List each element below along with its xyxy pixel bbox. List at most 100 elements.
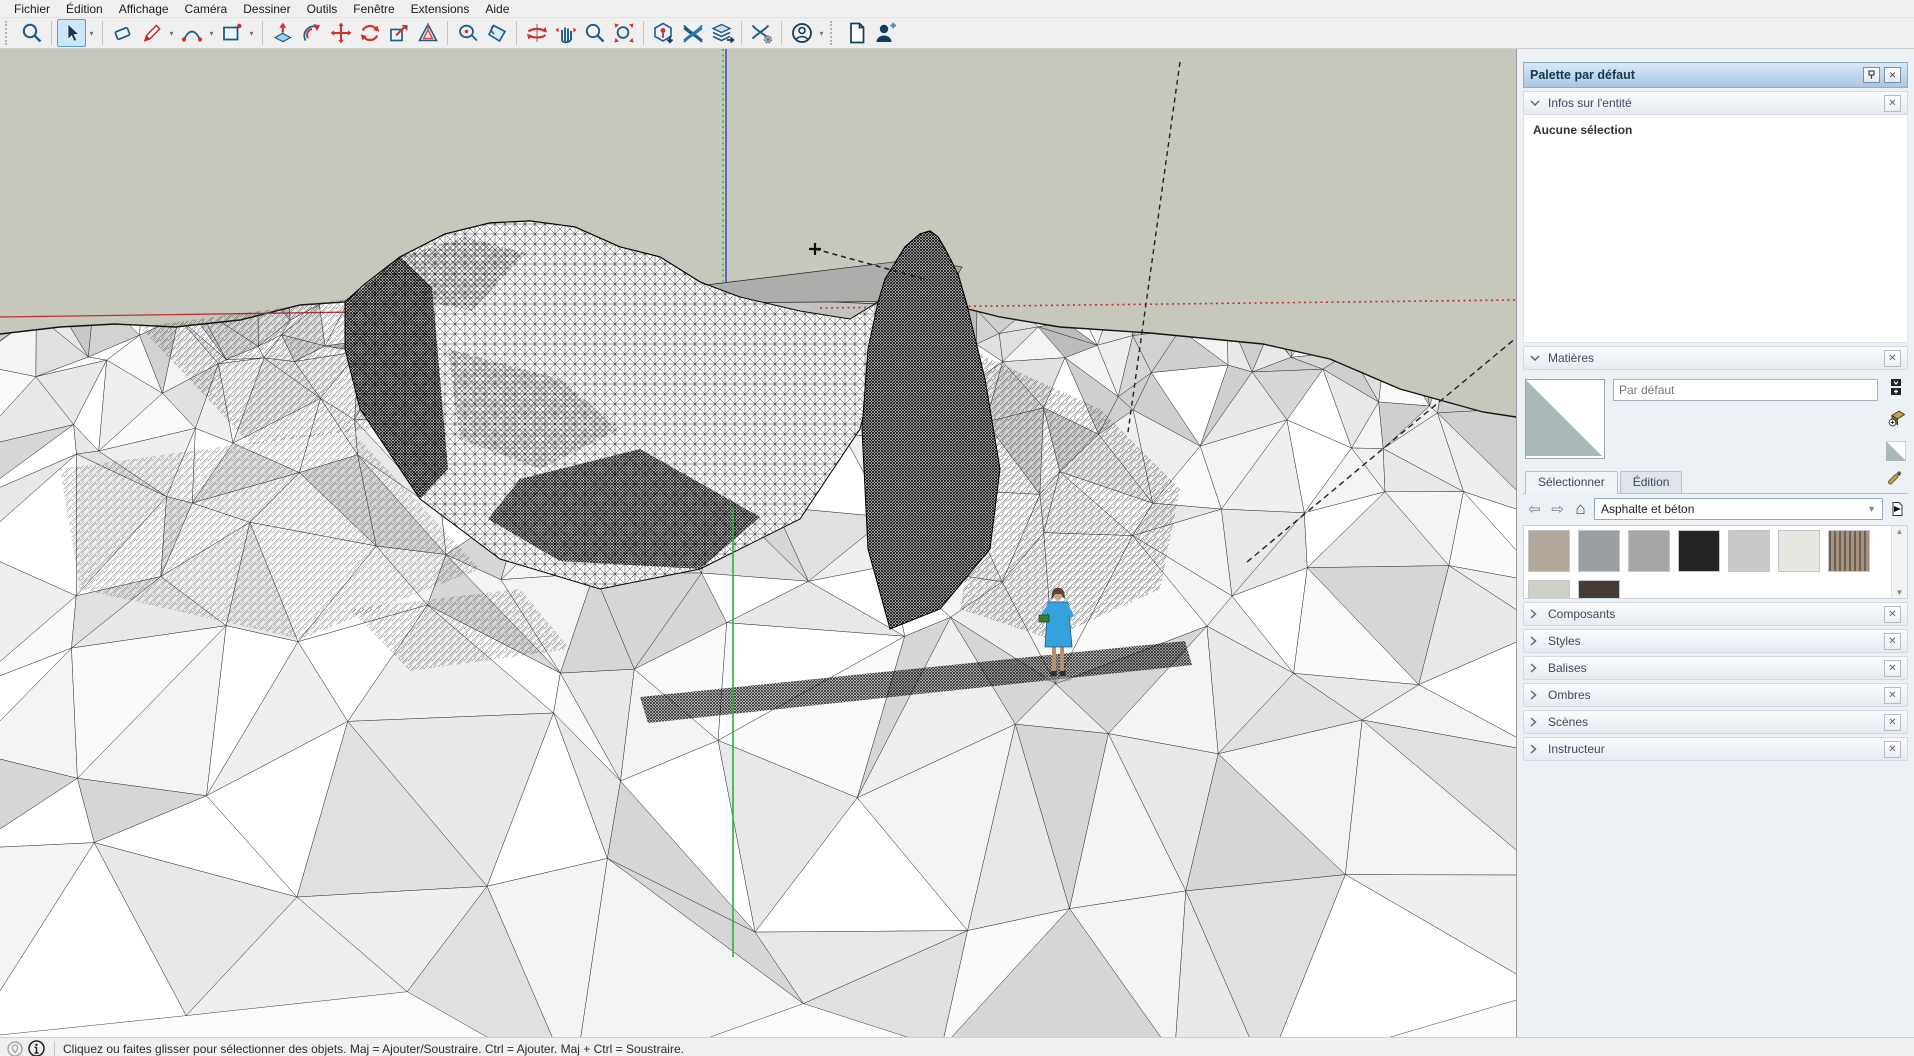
material-swatch[interactable] <box>1528 530 1570 572</box>
toolbar-grip[interactable] <box>5 21 11 45</box>
close-icon[interactable]: ✕ <box>1884 95 1901 112</box>
scale-icon[interactable] <box>384 19 413 47</box>
menu-extensions[interactable]: Extensions <box>403 1 478 17</box>
shapes-options-dropdown[interactable]: ▾ <box>246 20 257 46</box>
arc-options-dropdown[interactable]: ▾ <box>206 20 217 46</box>
menu-fichier[interactable]: Fichier <box>6 1 58 17</box>
material-swatch[interactable] <box>1578 580 1620 599</box>
create-material-icon[interactable] <box>1887 409 1905 432</box>
scroll-down-icon[interactable]: ▼ <box>1896 588 1904 597</box>
menu-outils[interactable]: Outils <box>299 1 346 17</box>
pin-icon[interactable] <box>1863 67 1880 83</box>
close-icon[interactable]: ✕ <box>1884 660 1901 677</box>
menu-dessiner[interactable]: Dessiner <box>235 1 298 17</box>
tape-measure-icon[interactable] <box>453 19 482 47</box>
close-icon[interactable]: ✕ <box>1884 633 1901 650</box>
toolbar-separator <box>643 21 644 45</box>
menu-affichage[interactable]: Affichage <box>111 1 177 17</box>
add-location-icon[interactable] <box>649 19 678 47</box>
sample-paint-icon[interactable] <box>1886 467 1904 490</box>
menu-bar: Fichier Édition Affichage Caméra Dessine… <box>0 0 1914 18</box>
material-swatch[interactable] <box>1678 530 1720 572</box>
section-balises[interactable]: Balises ✕ <box>1523 656 1908 680</box>
toolbar-separator <box>447 21 448 45</box>
move-icon[interactable] <box>326 19 355 47</box>
chevron-down-icon: ▼ <box>1867 504 1876 514</box>
close-icon[interactable]: ✕ <box>1884 687 1901 704</box>
tab-edition[interactable]: Édition <box>1620 471 1683 493</box>
close-icon[interactable]: ✕ <box>1884 741 1901 758</box>
section-styles[interactable]: Styles ✕ <box>1523 629 1908 653</box>
forward-icon[interactable]: ⇨ <box>1548 500 1567 519</box>
offset-icon[interactable] <box>413 19 442 47</box>
section-scenes[interactable]: Scènes ✕ <box>1523 710 1908 734</box>
default-material-icon[interactable] <box>1886 441 1906 466</box>
sandbox-smoove-icon[interactable] <box>678 19 707 47</box>
terrain-settings-icon[interactable] <box>747 19 776 47</box>
arc-tool-icon[interactable] <box>177 19 206 47</box>
close-icon[interactable]: ✕ <box>1884 714 1901 731</box>
toolbar-separator <box>262 21 263 45</box>
rotate-icon[interactable] <box>355 19 384 47</box>
orbit-icon[interactable] <box>522 19 551 47</box>
home-icon[interactable]: ⌂ <box>1571 500 1590 519</box>
material-swatch[interactable] <box>1828 530 1870 572</box>
eraser-icon[interactable] <box>108 19 137 47</box>
search-icon[interactable] <box>17 19 46 47</box>
new-file-icon[interactable] <box>842 19 871 47</box>
pencil-options-dropdown[interactable]: ▾ <box>166 20 177 46</box>
geolocation-icon[interactable] <box>6 1040 23 1056</box>
account-options-dropdown[interactable]: ▾ <box>816 20 827 46</box>
default-tray: Palette par défaut ✕ Infos sur l'entité … <box>1517 49 1914 1037</box>
material-swatch[interactable] <box>1578 530 1620 572</box>
material-swatch[interactable] <box>1778 530 1820 572</box>
material-swatch[interactable] <box>1728 530 1770 572</box>
close-tray-icon[interactable]: ✕ <box>1884 67 1901 83</box>
push-pull-icon[interactable] <box>268 19 297 47</box>
tray-titlebar[interactable]: Palette par défaut ✕ <box>1523 62 1908 88</box>
shapes-tool-icon[interactable] <box>217 19 246 47</box>
material-swatch[interactable] <box>1628 530 1670 572</box>
close-icon[interactable]: ✕ <box>1884 350 1901 367</box>
select-tool-button[interactable] <box>57 19 86 47</box>
details-menu-icon[interactable] <box>1887 500 1906 519</box>
zoom-icon[interactable] <box>580 19 609 47</box>
section-ombres[interactable]: Ombres ✕ <box>1523 683 1908 707</box>
material-name-field[interactable] <box>1613 379 1878 401</box>
menu-fenetre[interactable]: Fenêtre <box>345 1 402 17</box>
pencil-icon[interactable] <box>137 19 166 47</box>
info-icon[interactable] <box>28 1040 45 1056</box>
chevron-right-icon <box>1530 663 1544 673</box>
tray-title: Palette par défaut <box>1530 68 1859 82</box>
section-label: Instructeur <box>1548 742 1884 756</box>
menu-aide[interactable]: Aide <box>477 1 517 17</box>
section-label: Balises <box>1548 661 1884 675</box>
toolbar-separator <box>516 21 517 45</box>
add-collaborator-icon[interactable] <box>871 19 900 47</box>
section-materials[interactable]: Matières ✕ <box>1523 346 1908 370</box>
materials-scrollbar[interactable]: ▲ ▼ <box>1891 526 1907 598</box>
follow-me-icon[interactable] <box>297 19 326 47</box>
section-entity-info[interactable]: Infos sur l'entité ✕ <box>1523 91 1908 115</box>
close-icon[interactable]: ✕ <box>1884 606 1901 623</box>
section-composants[interactable]: Composants ✕ <box>1523 602 1908 626</box>
account-icon[interactable] <box>787 19 816 47</box>
toolbar-grip[interactable] <box>830 21 836 45</box>
zoom-extents-icon[interactable] <box>609 19 638 47</box>
secondary-pane-icon[interactable] <box>1889 379 1903 400</box>
scroll-up-icon[interactable]: ▲ <box>1896 527 1904 536</box>
drape-icon[interactable] <box>707 19 736 47</box>
collection-dropdown[interactable]: Asphalte et béton ▼ <box>1594 498 1883 520</box>
menu-camera[interactable]: Caméra <box>177 1 236 17</box>
model-viewport[interactable] <box>0 49 1517 1037</box>
paint-bucket-icon[interactable] <box>482 19 511 47</box>
select-options-dropdown[interactable]: ▾ <box>86 20 97 46</box>
tab-selectionner[interactable]: Sélectionner <box>1525 471 1618 494</box>
entity-info-body: Aucune sélection <box>1523 115 1908 343</box>
back-icon[interactable]: ⇦ <box>1525 500 1544 519</box>
pan-icon[interactable] <box>551 19 580 47</box>
menu-edition[interactable]: Édition <box>58 1 111 17</box>
section-label: Matières <box>1548 351 1884 365</box>
material-swatch[interactable] <box>1528 580 1570 599</box>
section-instructeur[interactable]: Instructeur ✕ <box>1523 737 1908 761</box>
